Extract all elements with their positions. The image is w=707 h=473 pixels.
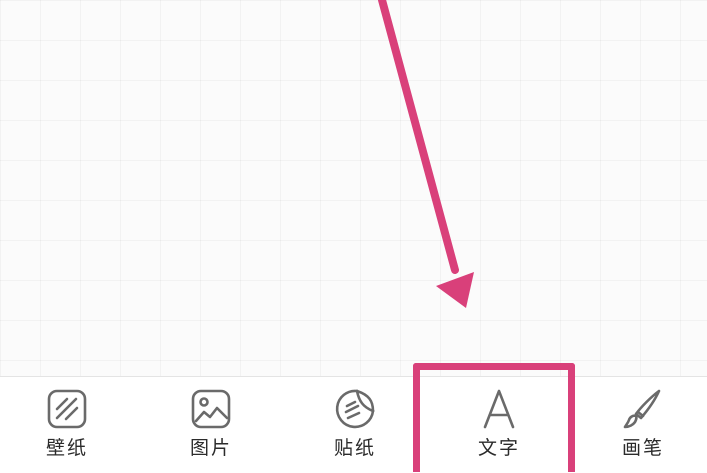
brush-button[interactable]: 画笔 <box>588 377 698 473</box>
wallpaper-button[interactable]: 壁纸 <box>12 377 122 473</box>
image-label: 图片 <box>189 437 232 459</box>
sticker-icon <box>333 387 377 431</box>
brush-icon <box>621 387 665 431</box>
brush-label: 画笔 <box>621 437 664 459</box>
image-icon <box>189 387 233 431</box>
text-icon <box>477 387 521 431</box>
image-button[interactable]: 图片 <box>156 377 266 473</box>
editor-canvas[interactable] <box>0 0 707 376</box>
text-button[interactable]: 文字 <box>444 377 554 473</box>
wallpaper-icon <box>45 387 89 431</box>
sticker-button[interactable]: 贴纸 <box>300 377 410 473</box>
wallpaper-label: 壁纸 <box>45 437 88 459</box>
bottom-toolbar: 壁纸 图片 贴纸 文字 画笔 <box>0 376 707 473</box>
sticker-label: 贴纸 <box>333 437 376 459</box>
text-label: 文字 <box>477 437 520 459</box>
